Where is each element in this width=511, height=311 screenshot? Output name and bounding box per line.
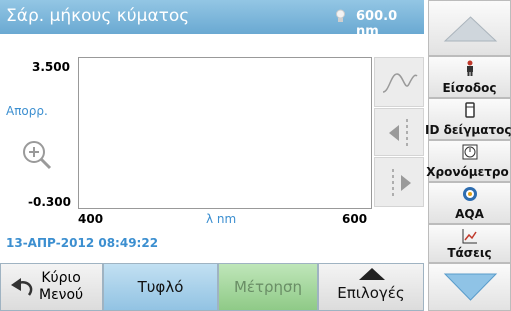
title-bar: Σάρ. μήκους κύματος 600.0 nm (0, 0, 424, 39)
sample-vial-icon (465, 102, 475, 118)
wavelength-value: 600.0 nm (356, 9, 398, 39)
timer-icon (462, 144, 478, 160)
scroll-up-icon (443, 16, 498, 42)
timestamp: 13-ΑΠΡ-2012 08:49:22 (6, 236, 159, 250)
x-axis-max: 600 (342, 212, 368, 226)
scroll-up-button[interactable] (428, 0, 511, 56)
plot-area (78, 57, 372, 209)
cursor-left-button[interactable] (374, 108, 424, 156)
aqa-icon (463, 187, 477, 201)
right-panel: Είσοδος ID δείγματος Χρονόμετρο AQA Τάσε… (425, 0, 511, 311)
trend-chart-icon (462, 229, 477, 244)
main-menu-label: Κύριο Μενού (39, 270, 84, 303)
user-icon (467, 60, 473, 76)
timer-button[interactable]: Χρονόμετρο (426, 140, 511, 182)
x-axis-min: 400 (78, 212, 104, 226)
sample-id-button[interactable]: ID δείγματος (425, 98, 511, 140)
blank-button[interactable]: Τυφλό (103, 263, 218, 311)
measure-button[interactable]: Μέτρηση (218, 263, 318, 311)
curve-icon (382, 73, 418, 93)
y-axis-min: -0.300 (28, 195, 71, 209)
zoom-in-icon[interactable] (20, 138, 54, 172)
triangle-up-icon (359, 268, 385, 280)
curve-view-button[interactable] (374, 57, 424, 107)
arrow-right-icon (392, 169, 411, 197)
lamp-icon (336, 9, 345, 22)
back-arrow-icon (11, 278, 33, 296)
aqa-button[interactable]: AQA (428, 182, 511, 224)
page-title: Σάρ. μήκους κύματος (6, 6, 190, 26)
main-menu-button[interactable]: Κύριο Μενού (0, 263, 103, 311)
scroll-down-icon (443, 273, 498, 301)
x-axis-label: λ nm (206, 212, 237, 226)
options-button[interactable]: Επιλογές (318, 263, 424, 311)
y-axis-label: Απορρ. (6, 104, 48, 118)
trends-button[interactable]: Τάσεις (428, 224, 511, 263)
cursor-right-button[interactable] (374, 157, 424, 207)
y-axis-max: 3.500 (32, 60, 70, 74)
arrow-left-icon (389, 119, 408, 147)
scroll-down-button[interactable] (428, 263, 511, 311)
login-button[interactable]: Είσοδος (428, 56, 511, 98)
